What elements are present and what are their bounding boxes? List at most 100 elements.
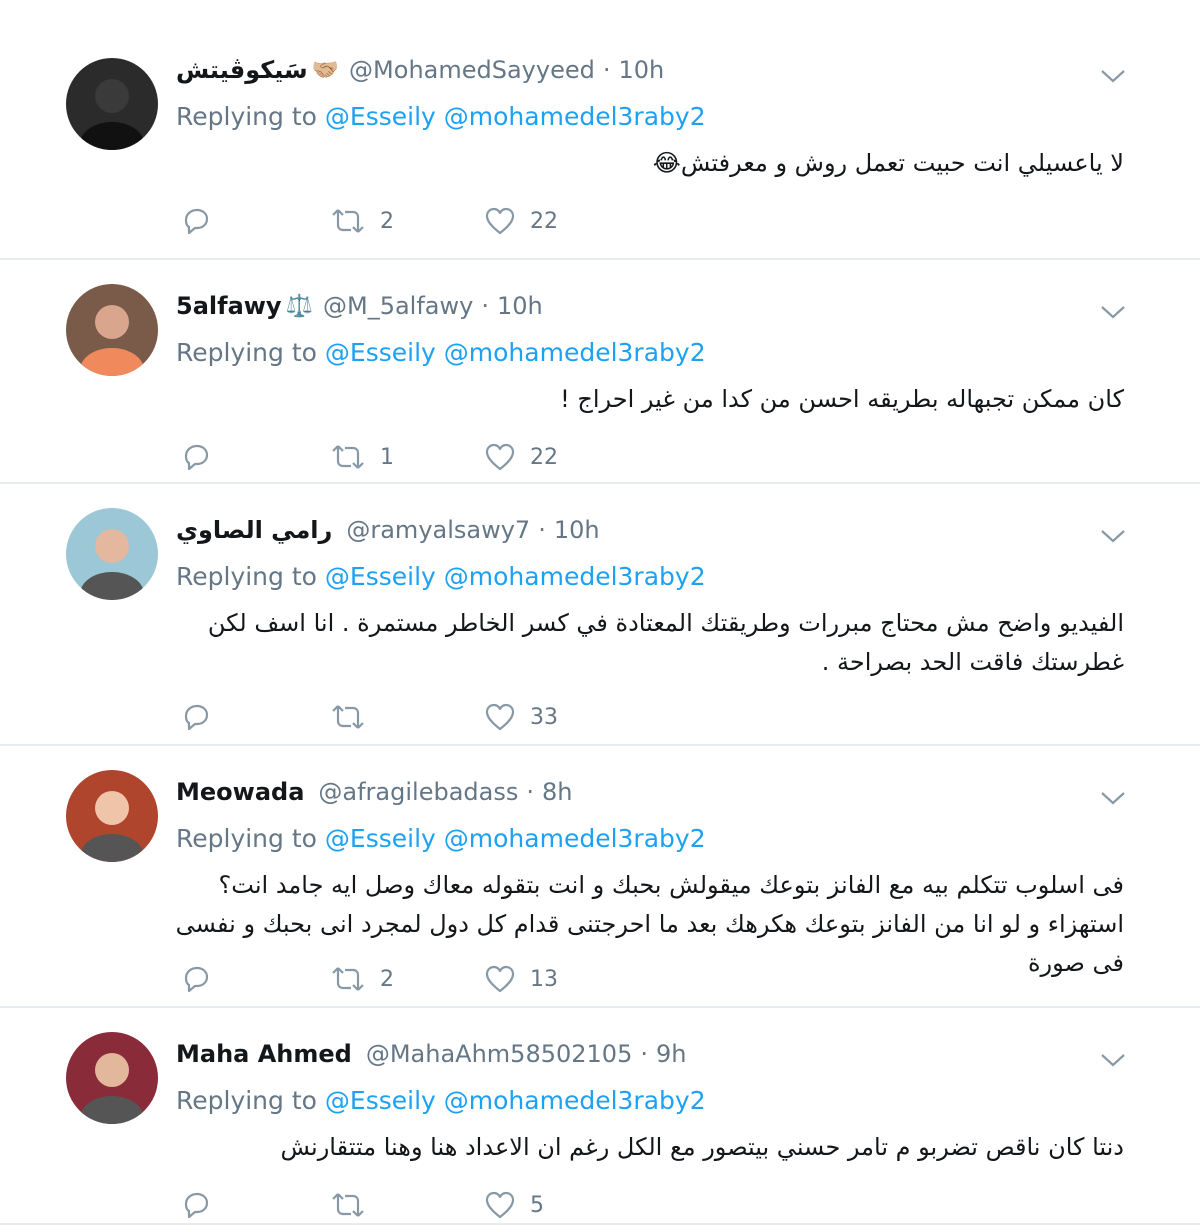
tweet[interactable]: سَيكوڤيتش 🤝🏼 @MohamedSayyeed · 10h Reply… — [0, 0, 1200, 260]
display-name[interactable]: رامي الصاوي — [176, 516, 332, 544]
retweet-icon — [332, 705, 364, 729]
mention-link[interactable]: @mohamedel3raby2 — [444, 1086, 706, 1115]
user-handle[interactable]: @M_5alfawy — [323, 292, 473, 320]
retweet-count: 2 — [380, 966, 394, 992]
timestamp[interactable]: 8h — [542, 778, 572, 806]
tweet-actions: 2 22 — [180, 206, 700, 242]
heart-icon — [485, 1191, 515, 1219]
retweet-button[interactable] — [330, 702, 380, 732]
like-count: 13 — [530, 966, 558, 992]
replying-to: Replying to @Esseily @mohamedel3raby2 — [176, 824, 706, 853]
tweet-header: Maha Ahmed @MahaAhm58502105 · 9h — [176, 1040, 686, 1068]
user-handle[interactable]: @ramyalsawy7 — [346, 516, 530, 544]
replying-to-label: Replying to — [176, 1086, 317, 1115]
tweet-actions: 2 13 — [180, 964, 700, 1000]
separator-dot: · — [602, 56, 611, 84]
reply-button[interactable] — [180, 1190, 212, 1220]
reply-button[interactable] — [180, 206, 212, 236]
avatar[interactable] — [66, 770, 158, 862]
chevron-down-icon[interactable] — [1100, 528, 1126, 544]
retweet-button[interactable] — [330, 1190, 380, 1220]
tweet[interactable]: رامي الصاوي @ramyalsawy7 · 10h Replying … — [0, 484, 1200, 746]
replying-to-label: Replying to — [176, 338, 317, 367]
replying-to-label: Replying to — [176, 824, 317, 853]
mention-link[interactable]: @Esseily — [325, 562, 436, 591]
retweet-icon — [332, 445, 364, 469]
mention-link[interactable]: @Esseily — [325, 338, 436, 367]
user-handle[interactable]: @afragilebadass — [318, 778, 518, 806]
timestamp[interactable]: 10h — [497, 292, 543, 320]
like-button[interactable]: 22 — [484, 442, 558, 472]
heart-icon — [485, 703, 515, 731]
tweet-actions: 1 22 — [180, 442, 700, 478]
mention-link[interactable]: @Esseily — [325, 1086, 436, 1115]
reply-button[interactable] — [180, 964, 212, 994]
display-name[interactable]: سَيكوڤيتش — [176, 56, 308, 84]
avatar[interactable] — [66, 58, 158, 150]
avatar[interactable] — [66, 1032, 158, 1124]
timestamp[interactable]: 10h — [554, 516, 600, 544]
replying-to-label: Replying to — [176, 102, 317, 131]
chevron-down-icon[interactable] — [1100, 790, 1126, 806]
reply-button[interactable] — [180, 702, 212, 732]
user-handle[interactable]: @MohamedSayyeed — [349, 56, 595, 84]
avatar[interactable] — [66, 284, 158, 376]
separator-dot: · — [526, 778, 534, 806]
replying-to: Replying to @Esseily @mohamedel3raby2 — [176, 338, 706, 367]
tweet[interactable]: Meowada @afragilebadass · 8h Replying to… — [0, 746, 1200, 1008]
tweet-text: دنتا كان ناقص تضربو م تامر حسني بيتصور م… — [280, 1133, 1124, 1161]
name-emoji: ⚖️ — [285, 293, 313, 319]
replying-to-label: Replying to — [176, 562, 317, 591]
tweet[interactable]: 5alfawy ⚖️ @M_5alfawy · 10h Replying to … — [0, 260, 1200, 484]
like-button[interactable]: 5 — [484, 1190, 544, 1220]
mention-link[interactable]: @Esseily — [325, 102, 436, 131]
avatar[interactable] — [66, 508, 158, 600]
like-button[interactable]: 33 — [484, 702, 558, 732]
chevron-down-icon[interactable] — [1100, 1052, 1126, 1068]
heart-icon — [485, 443, 515, 471]
user-handle[interactable]: @MahaAhm58502105 — [366, 1040, 633, 1068]
like-count: 22 — [530, 208, 558, 234]
mention-link[interactable]: @mohamedel3raby2 — [444, 102, 706, 131]
chevron-down-icon[interactable] — [1100, 304, 1126, 320]
separator-dot: · — [481, 292, 489, 320]
timestamp[interactable]: 10h — [619, 56, 665, 84]
name-emoji: 🤝🏼 — [311, 57, 340, 83]
retweet-icon — [332, 967, 364, 991]
tweet-actions: 33 — [180, 702, 700, 738]
tweet-text: الفيديو واضح مش محتاج مبررات وطريقتك الم… — [207, 609, 1124, 676]
retweet-button[interactable]: 2 — [330, 964, 394, 994]
like-count: 33 — [530, 704, 558, 730]
tweet-text: كان ممكن تجبهاله بطريقه احسن من كدا من غ… — [560, 385, 1124, 413]
reply-icon — [184, 704, 209, 731]
tweet-header: Meowada @afragilebadass · 8h — [176, 778, 572, 806]
mention-link[interactable]: @mohamedel3raby2 — [444, 824, 706, 853]
display-name[interactable]: Meowada — [176, 778, 304, 806]
timestamp[interactable]: 9h — [656, 1040, 686, 1068]
chevron-down-icon[interactable] — [1100, 68, 1126, 84]
mention-link[interactable]: @Esseily — [325, 824, 436, 853]
retweet-count: 1 — [380, 444, 394, 470]
separator-dot: · — [640, 1040, 648, 1068]
display-name[interactable]: 5alfawy — [176, 292, 282, 320]
display-name[interactable]: Maha Ahmed — [176, 1040, 352, 1068]
heart-icon — [485, 207, 515, 235]
replying-to: Replying to @Esseily @mohamedel3raby2 — [176, 562, 706, 591]
retweet-icon — [332, 209, 364, 233]
reply-icon — [184, 1192, 209, 1219]
tweet-actions: 5 — [180, 1190, 700, 1226]
tweet[interactable]: Maha Ahmed @MahaAhm58502105 · 9h Replyin… — [0, 1008, 1200, 1225]
retweet-button[interactable]: 2 — [330, 206, 394, 236]
tweet-header: 5alfawy ⚖️ @M_5alfawy · 10h — [176, 292, 543, 320]
tweet-header: سَيكوڤيتش 🤝🏼 @MohamedSayyeed · 10h — [176, 56, 664, 84]
reply-button[interactable] — [180, 442, 212, 472]
retweet-icon — [332, 1193, 364, 1217]
like-count: 5 — [530, 1192, 544, 1218]
tweet-header: رامي الصاوي @ramyalsawy7 · 10h — [176, 516, 600, 544]
retweet-button[interactable]: 1 — [330, 442, 394, 472]
like-button[interactable]: 13 — [484, 964, 558, 994]
mention-link[interactable]: @mohamedel3raby2 — [444, 562, 706, 591]
retweet-count: 2 — [380, 208, 394, 234]
like-button[interactable]: 22 — [484, 206, 558, 236]
mention-link[interactable]: @mohamedel3raby2 — [444, 338, 706, 367]
